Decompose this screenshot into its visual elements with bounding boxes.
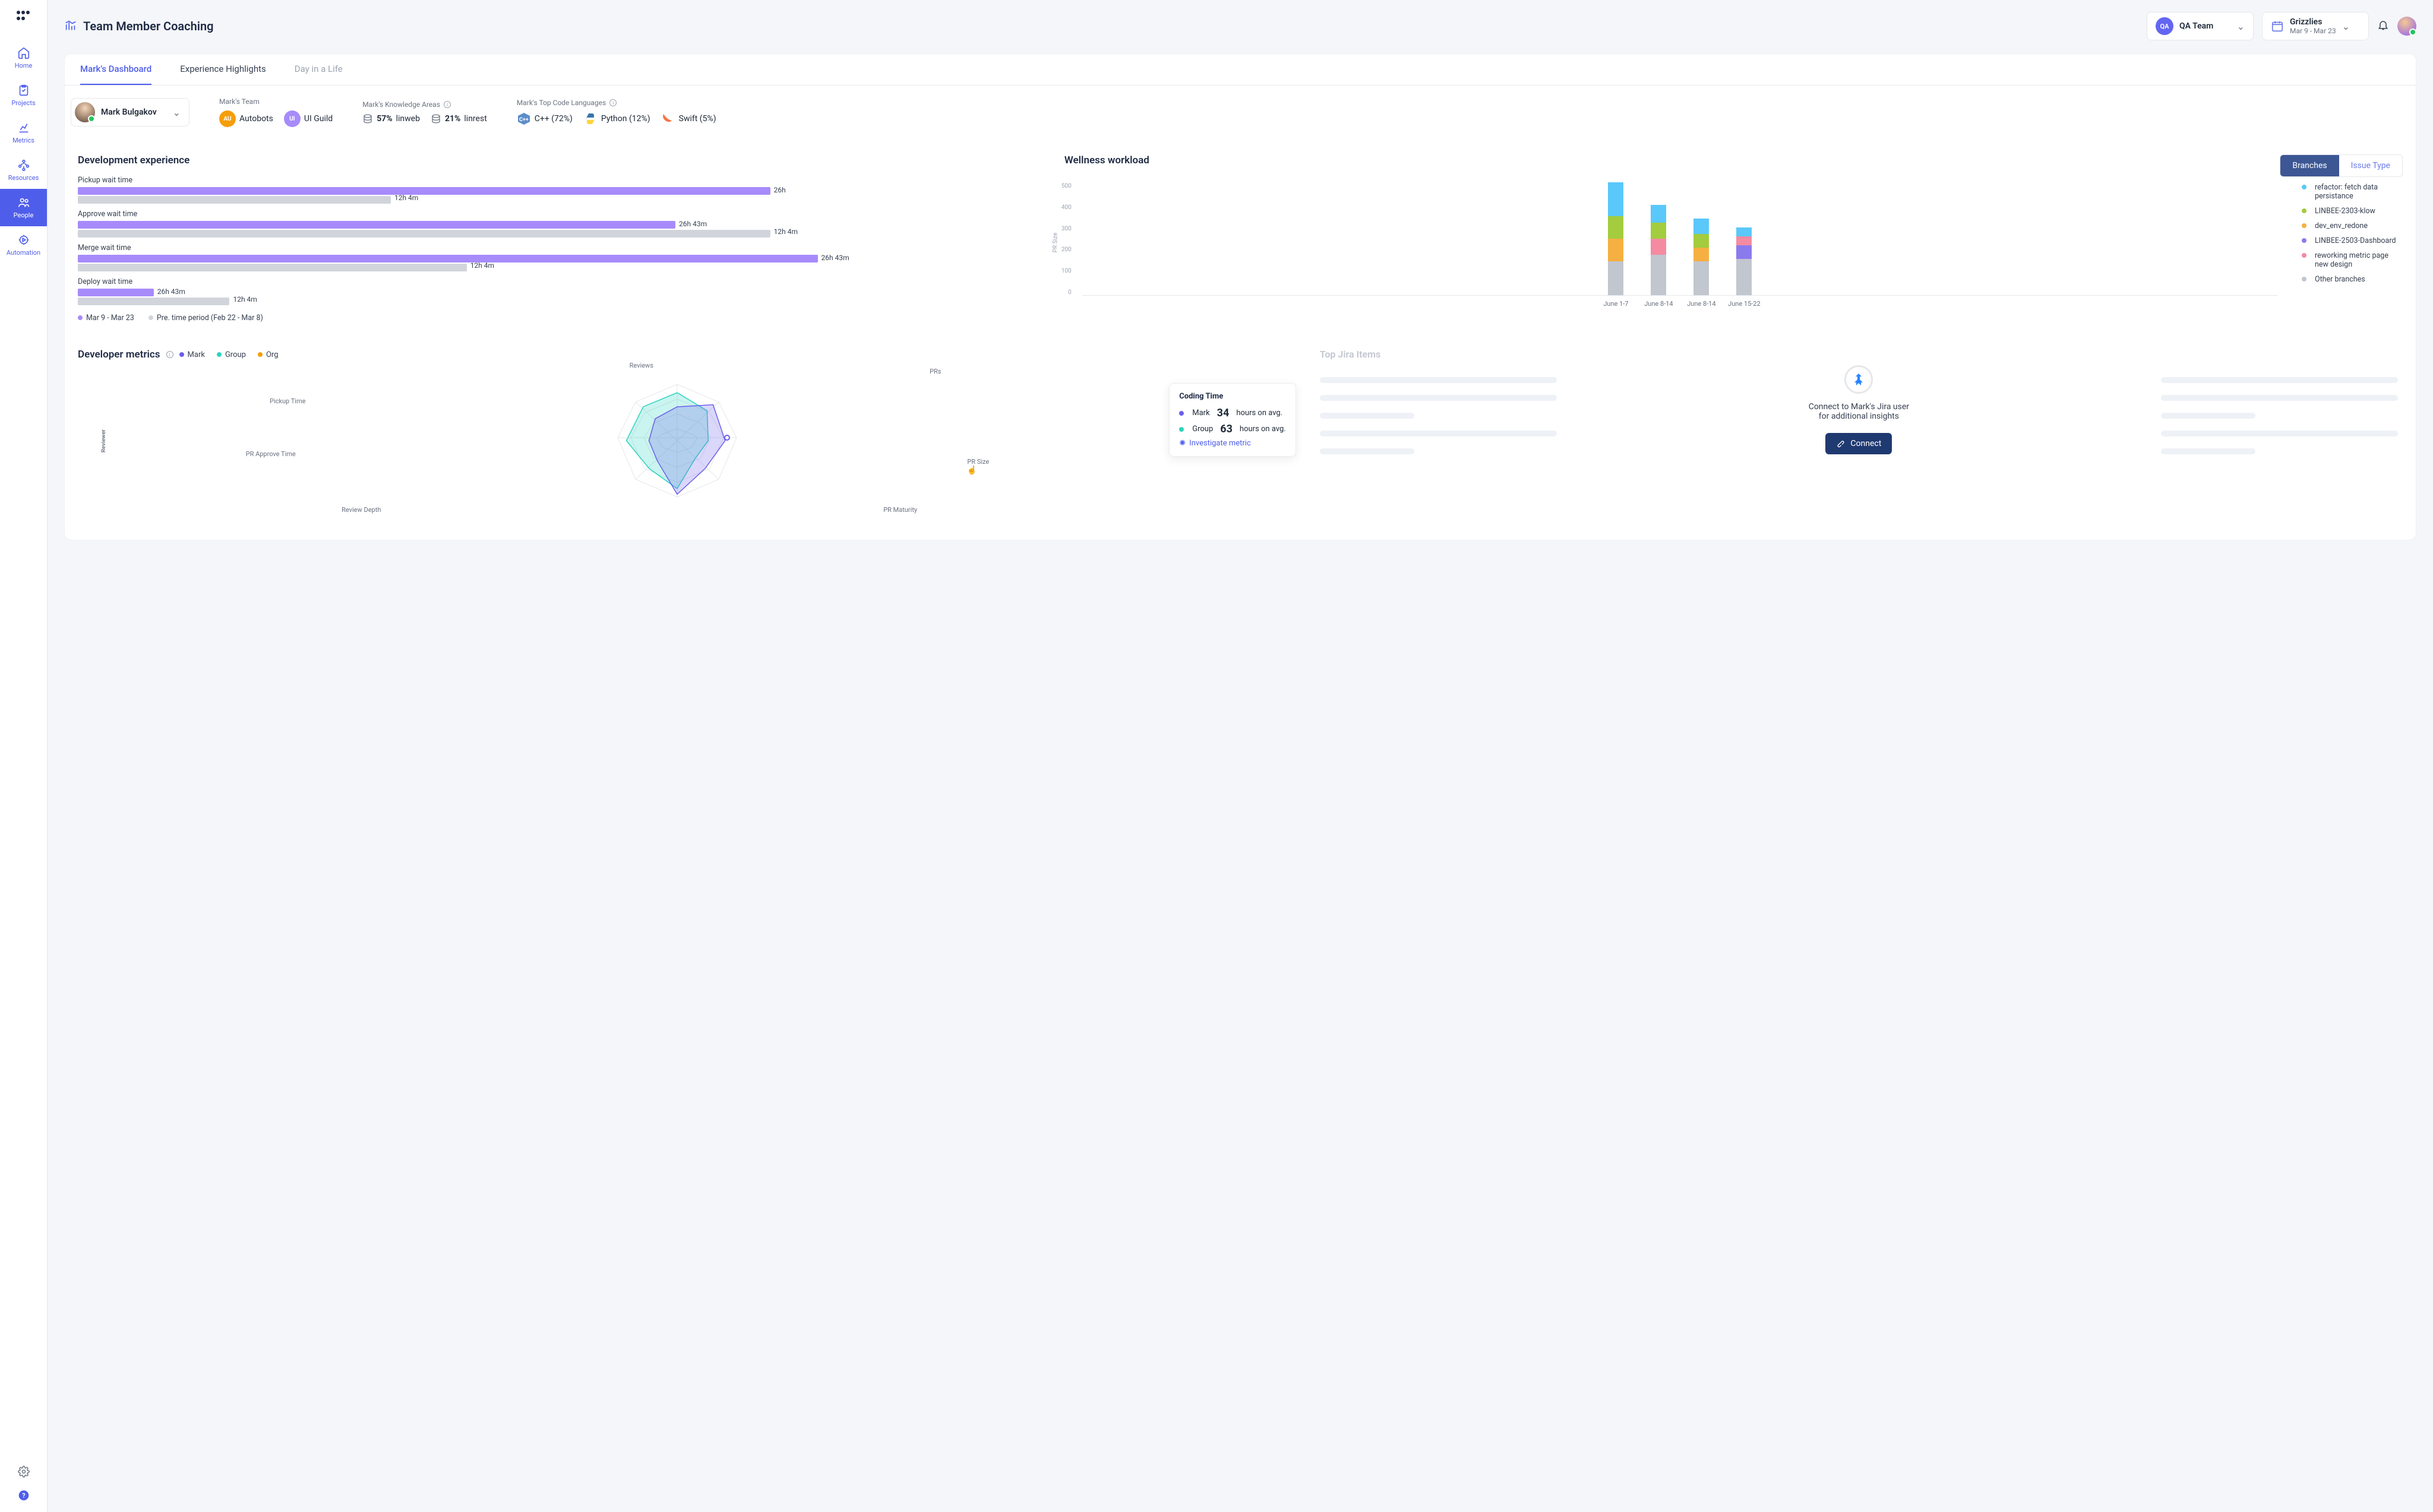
bar-row: Approve wait time 26h 43m 12h 4m	[78, 210, 1026, 238]
jira-message: Connect to Mark's Jira userfor additiona…	[1320, 402, 2398, 421]
bar-row: Deploy wait time 26h 43m 12h 4m	[78, 277, 1026, 305]
team-name: QA Team	[2179, 21, 2231, 31]
jira-icon	[1844, 365, 1873, 394]
range-title: Grizzlies	[2290, 17, 2336, 27]
team-avatar: QA	[2156, 17, 2173, 35]
top-languages: Mark's Top Code Languagesi C++C++ (72%) …	[517, 99, 716, 126]
chevron-down-icon: ⌄	[173, 107, 181, 118]
chart-icon	[17, 121, 30, 134]
info-icon[interactable]: i	[609, 99, 617, 106]
python-icon	[583, 112, 598, 126]
nav-resources[interactable]: Resources	[0, 151, 47, 189]
placeholder-skeleton	[1302, 336, 2416, 528]
svg-text:C++: C++	[519, 117, 529, 123]
member-name: Mark Bulgakov	[101, 107, 167, 117]
nav-label: Automation	[7, 249, 40, 257]
view-toggle: Branches Issue Type	[2280, 154, 2403, 177]
range-dates: Mar 9 - Mar 23	[2290, 27, 2336, 35]
bar-row: Pickup wait time 26h 12h 4m	[78, 176, 1026, 204]
coaching-icon	[64, 20, 77, 33]
card-title: Wellness workload	[1064, 154, 1149, 166]
info-icon[interactable]: i	[444, 101, 451, 108]
stacked-bar: June 15-22	[1736, 227, 1752, 295]
calendar-icon	[2271, 20, 2284, 33]
people-icon	[17, 196, 30, 209]
nav-automation[interactable]: Automation	[0, 226, 47, 264]
nav-label: Home	[15, 62, 33, 69]
stacked-bar: June 8-14	[1651, 205, 1666, 295]
dev-experience-card: Development experience Pickup wait time …	[65, 141, 1039, 336]
cpp-icon: C++	[517, 112, 531, 126]
radar-chart	[594, 366, 760, 509]
user-avatar[interactable]	[2397, 17, 2416, 36]
chart-legend: Mar 9 - Mar 23 Pre. time period (Feb 22 …	[78, 314, 1026, 322]
card-title: Developer metrics	[78, 349, 160, 360]
connect-button[interactable]: Connect	[1825, 433, 1892, 454]
member-selector[interactable]: Mark Bulgakov ⌄	[71, 98, 189, 126]
tab-experience[interactable]: Experience Highlights	[180, 54, 266, 85]
database-icon	[431, 113, 441, 124]
automation-icon	[17, 233, 30, 246]
nav-label: People	[14, 211, 34, 219]
page-title: Team Member Coaching	[64, 19, 2138, 33]
date-range-selector[interactable]: Grizzlies Mar 9 - Mar 23 ⌄	[2262, 12, 2369, 40]
sidebar: Home Projects Metrics Resources People A…	[0, 0, 48, 1512]
resources-icon	[17, 159, 30, 172]
swift-icon	[661, 112, 675, 126]
jira-card: Top Jira Items Connect to Mark's Jira us…	[1302, 336, 2416, 528]
toggle-branches[interactable]: Branches	[2280, 155, 2339, 176]
nav-projects[interactable]: Projects	[0, 77, 47, 114]
nav-metrics[interactable]: Metrics	[0, 114, 47, 151]
knowledge-areas: Mark's Knowledge Areasi 57%linweb 21%lin…	[362, 100, 487, 124]
axis-group-label: Reviewer	[100, 429, 107, 453]
tabs: Mark's Dashboard Experience Highlights D…	[65, 54, 2416, 86]
card-title: Top Jira Items	[1320, 349, 1381, 360]
nav-label: Projects	[11, 99, 35, 107]
help-icon[interactable]: ?	[18, 1489, 30, 1501]
clipboard-icon	[17, 84, 30, 97]
nav-label: Metrics	[12, 137, 34, 144]
page-header: Team Member Coaching QA QA Team ⌄ Grizzl…	[64, 12, 2416, 40]
tab-dashboard[interactable]: Mark's Dashboard	[80, 54, 151, 85]
chart-legend: refactor: fetch data persistanceLINBEE-2…	[2302, 183, 2403, 296]
nav-home[interactable]: Home	[0, 39, 47, 77]
bar-row: Merge wait time 26h 43m 12h 4m	[78, 243, 1026, 271]
team-badge-icon: UI	[284, 110, 301, 127]
team-badge-icon: AU	[219, 110, 236, 127]
home-icon	[17, 46, 30, 59]
settings-icon[interactable]	[18, 1466, 30, 1478]
investigate-link[interactable]: ✺Investigate metric	[1179, 439, 1286, 448]
stacked-bar: June 8-14	[1693, 219, 1709, 295]
nav-people[interactable]: People	[0, 189, 47, 226]
stacked-bar-chart: June 1-7 June 8-14 June 8-14 June 15-22	[1082, 183, 2278, 296]
stacked-bar: June 1-7	[1608, 182, 1623, 295]
app-logo	[17, 11, 31, 21]
lightbulb-icon: ✺	[1179, 439, 1186, 448]
notifications-button[interactable]	[2377, 19, 2389, 33]
metric-tooltip: Coding Time Mark34hours on avg. Group63h…	[1169, 383, 1296, 457]
card-title: Development experience	[78, 154, 1026, 166]
toggle-issue-type[interactable]: Issue Type	[2339, 155, 2402, 176]
chevron-down-icon: ⌄	[2237, 21, 2245, 32]
bell-icon	[2377, 19, 2389, 31]
member-teams: Mark's Team AUAutobots UIUI Guild	[219, 97, 333, 127]
tab-day-in-life: Day in a Life	[295, 54, 343, 85]
nav-label: Resources	[8, 174, 39, 182]
svg-text:?: ?	[22, 1492, 25, 1500]
cursor-icon: ☝	[967, 466, 977, 475]
chevron-down-icon: ⌄	[2342, 21, 2350, 32]
database-icon	[362, 113, 373, 124]
member-avatar	[75, 102, 95, 122]
plug-icon	[1836, 439, 1846, 448]
wellness-card: Wellness workload Branches Issue Type PR…	[1051, 141, 2416, 336]
team-selector[interactable]: QA QA Team ⌄	[2147, 12, 2254, 40]
info-icon[interactable]: i	[166, 351, 173, 358]
developer-metrics-card: Developer metrics i MarkGroupOrg Reviewe…	[65, 336, 1290, 528]
